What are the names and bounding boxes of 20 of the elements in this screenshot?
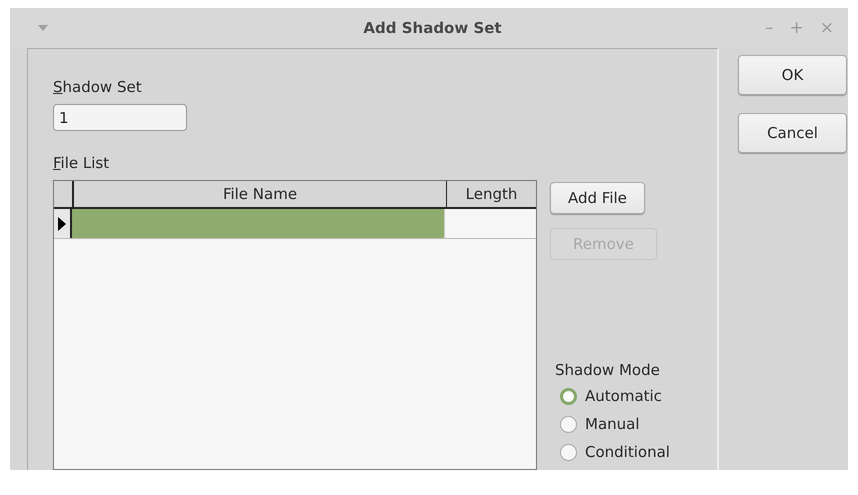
dialog-button[interactable]: Cancel [738,113,847,153]
dialog-button[interactable]: OK [738,55,847,95]
group-label: Shadow Mode [555,360,661,381]
radio-button[interactable] [560,416,577,432]
column-header[interactable]: Length [447,181,536,207]
window-menu-icon[interactable] [38,24,48,32]
radio-label[interactable]: Conditional [585,443,670,461]
shadow-set-field[interactable]: 1 [53,104,187,131]
radio-label[interactable]: Automatic [585,387,662,405]
column-header[interactable]: File Name [74,181,447,207]
row-header[interactable] [54,209,72,238]
side-button[interactable]: Add File [550,182,645,214]
radio-button[interactable] [560,388,577,404]
radio-button[interactable] [560,444,577,460]
window-title: Add Shadow Set [362,19,503,37]
table-cell[interactable] [72,209,445,238]
list-label: File List [53,153,110,173]
radio-label[interactable]: Manual [585,415,640,433]
field-label: Shadow Set [53,77,142,97]
current-row-icon [58,216,66,230]
